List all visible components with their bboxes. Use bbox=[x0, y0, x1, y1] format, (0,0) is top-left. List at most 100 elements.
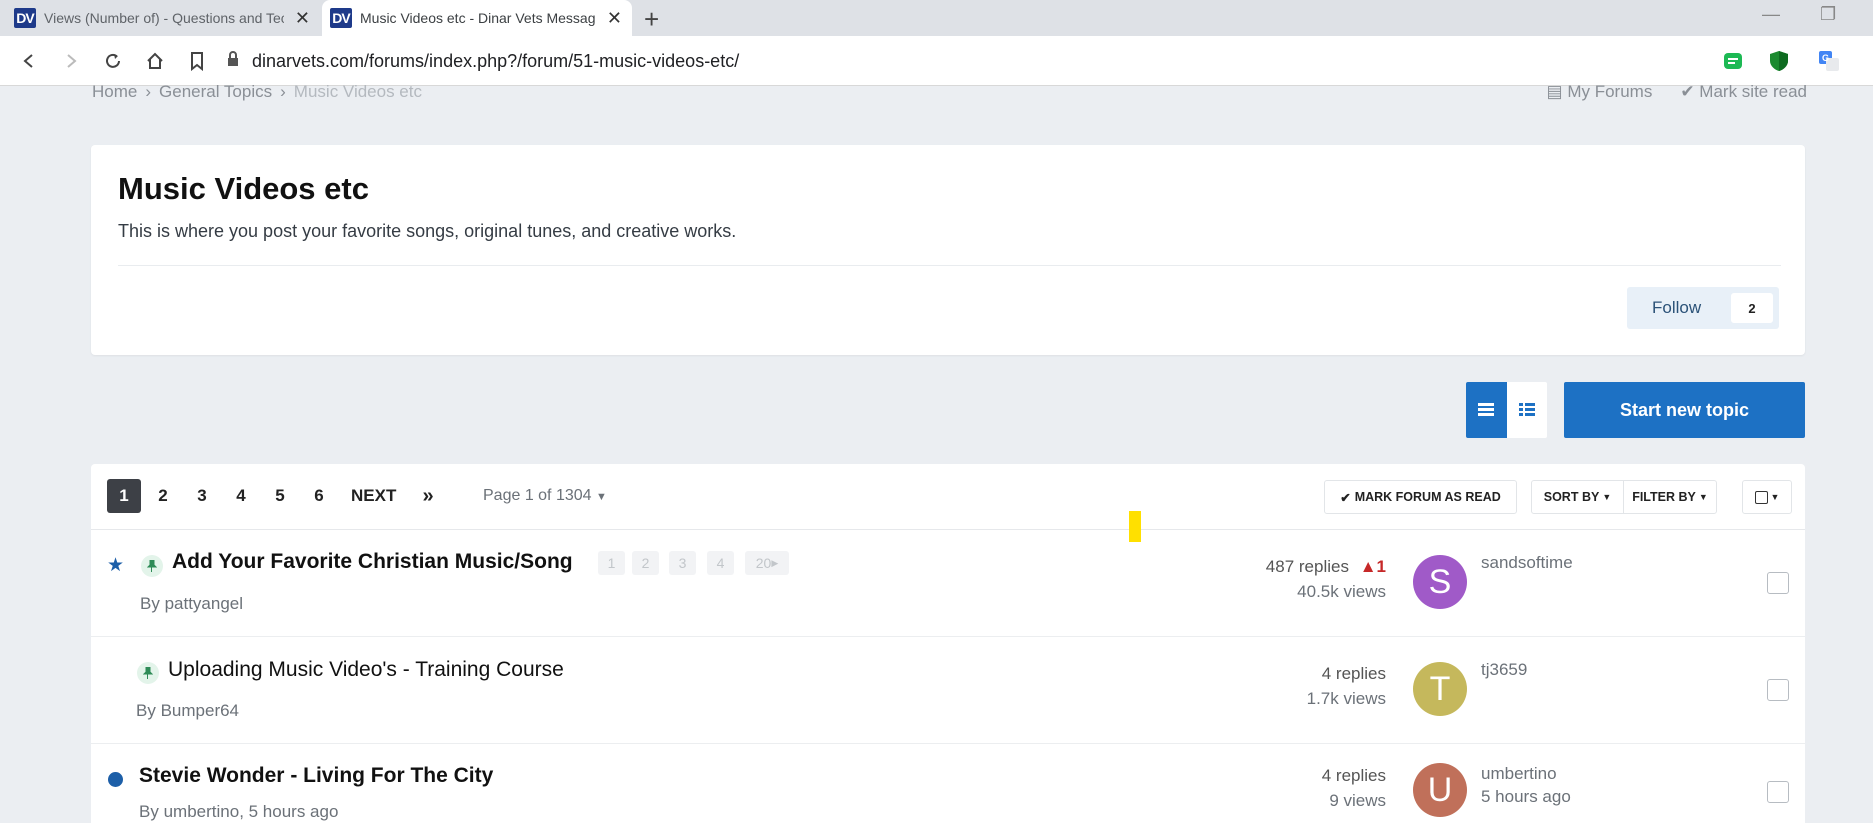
minimize-window-icon[interactable]: — bbox=[1762, 4, 1780, 25]
list-view-button[interactable] bbox=[1506, 382, 1547, 438]
warning-icon[interactable]: ▲1 bbox=[1360, 557, 1386, 576]
svg-text:G: G bbox=[1822, 53, 1829, 63]
mark-site-read-link[interactable]: ✔ Mark site read bbox=[1680, 82, 1807, 102]
tab-title: Views (Number of) - Questions and Tech bbox=[44, 10, 284, 26]
check-icon: ✔ bbox=[1680, 82, 1695, 101]
dv-favicon-icon: DV bbox=[330, 8, 352, 28]
star-icon: ★ bbox=[107, 555, 125, 576]
forward-icon[interactable] bbox=[56, 46, 86, 76]
avatar[interactable]: T bbox=[1413, 662, 1467, 716]
my-forums-link[interactable]: ▤ My Forums bbox=[1547, 82, 1653, 102]
last-poster-link[interactable]: umbertino bbox=[1481, 764, 1557, 784]
address-bar[interactable]: dinarvets.com/forums/index.php?/forum/51… bbox=[226, 44, 1716, 78]
row-checkbox[interactable] bbox=[1767, 572, 1789, 594]
mini-page-3[interactable]: 3 bbox=[669, 551, 696, 575]
home-icon[interactable] bbox=[140, 46, 170, 76]
browser-tab-1[interactable]: DV Views (Number of) - Questions and Tec… bbox=[0, 0, 320, 36]
author-link[interactable]: Bumper64 bbox=[161, 701, 239, 720]
topic-byline: By pattyangel bbox=[140, 594, 243, 614]
browser-toolbar: dinarvets.com/forums/index.php?/forum/51… bbox=[0, 36, 1873, 86]
mini-page-last[interactable]: 20 ▶ bbox=[745, 551, 789, 575]
page-2-button[interactable]: 2 bbox=[146, 479, 180, 513]
page-4-button[interactable]: 4 bbox=[224, 479, 258, 513]
reply-count: 4 replies bbox=[1321, 664, 1386, 683]
avatar[interactable]: S bbox=[1413, 555, 1467, 609]
page-3-button[interactable]: 3 bbox=[185, 479, 219, 513]
chevron-right-icon: › bbox=[145, 82, 152, 101]
by-label: By bbox=[139, 802, 159, 821]
reply-count-label: 487 replies bbox=[1265, 557, 1349, 576]
follow-label: Follow bbox=[1652, 298, 1702, 317]
dv-favicon-icon: DV bbox=[14, 8, 36, 28]
check-icon: ✔ bbox=[1340, 490, 1351, 505]
browser-tab-bar: DV Views (Number of) - Questions and Tec… bbox=[0, 0, 1873, 36]
row-checkbox[interactable] bbox=[1767, 679, 1789, 701]
new-tab-icon[interactable]: + bbox=[644, 4, 659, 35]
mark-forum-read-label: MARK FORUM AS READ bbox=[1354, 490, 1501, 504]
caret-down-icon: ▼ bbox=[596, 491, 607, 503]
last-poster-link[interactable]: sandsoftime bbox=[1481, 553, 1573, 573]
by-label: By bbox=[136, 701, 156, 720]
restore-window-icon[interactable]: ❐ bbox=[1820, 4, 1836, 25]
bookmark-icon[interactable] bbox=[182, 46, 212, 76]
chevron-right-icon: › bbox=[280, 82, 286, 101]
tab-title: Music Videos etc - Dinar Vets Message Bo… bbox=[360, 10, 595, 26]
mini-page-1[interactable]: 1 bbox=[598, 551, 625, 575]
breadcrumb-parent-link[interactable]: General Topics bbox=[159, 82, 272, 102]
select-all-dropdown[interactable]: ▼ bbox=[1742, 480, 1792, 514]
my-forums-label: My Forums bbox=[1567, 82, 1653, 101]
checkbox-icon bbox=[1754, 490, 1768, 504]
avatar[interactable]: U bbox=[1413, 763, 1467, 817]
mini-page-4[interactable]: 4 bbox=[707, 551, 734, 575]
view-count: 1.7k views bbox=[1306, 689, 1386, 708]
caret-down-icon: ▼ bbox=[1698, 492, 1708, 502]
top-right-links: ▤ My Forums ✔ Mark site read bbox=[1547, 82, 1807, 102]
table-row: ★ Add Your Favorite Christian Music/Song… bbox=[91, 530, 1805, 637]
start-new-topic-button[interactable]: Start new topic bbox=[1564, 382, 1805, 438]
mini-page-2[interactable]: 2 bbox=[632, 551, 659, 575]
post-time: , 5 hours ago bbox=[239, 802, 339, 821]
caret-down-icon: ▼ bbox=[1770, 492, 1780, 502]
pin-icon bbox=[141, 555, 163, 577]
browser-tab-2-active[interactable]: DV Music Videos etc - Dinar Vets Message… bbox=[322, 0, 632, 36]
follow-button[interactable]: Follow 2 bbox=[1627, 287, 1779, 329]
last-page-button[interactable]: » bbox=[411, 479, 445, 513]
cursor-highlight bbox=[1129, 511, 1141, 542]
caret-right-icon: ▶ bbox=[771, 557, 779, 568]
topic-title-link[interactable]: Add Your Favorite Christian Music/Song bbox=[172, 550, 573, 574]
close-tab-icon[interactable]: ✕ bbox=[607, 8, 622, 29]
back-icon[interactable] bbox=[14, 46, 44, 76]
newspaper-icon: ▤ bbox=[1546, 82, 1563, 101]
close-tab-icon[interactable]: ✕ bbox=[295, 8, 310, 29]
row-checkbox[interactable] bbox=[1767, 781, 1789, 803]
filter-by-button[interactable]: FILTER BY ▼ bbox=[1623, 480, 1717, 514]
topic-byline: By Bumper64 bbox=[136, 701, 239, 721]
breadcrumb-current: Music Videos etc bbox=[293, 82, 422, 101]
shield-extension-icon[interactable] bbox=[1768, 50, 1790, 72]
by-label: By bbox=[140, 594, 160, 613]
reload-icon[interactable] bbox=[98, 46, 128, 76]
translate-extension-icon[interactable]: G bbox=[1818, 50, 1840, 72]
page-1-button[interactable]: 1 bbox=[107, 479, 141, 513]
author-link[interactable]: umbertino bbox=[164, 802, 240, 821]
filter-by-label: FILTER BY bbox=[1632, 490, 1696, 504]
page-title: Music Videos etc bbox=[118, 171, 369, 206]
topic-title-link[interactable]: Uploading Music Video's - Training Cours… bbox=[168, 658, 564, 682]
last-poster-link[interactable]: tj3659 bbox=[1481, 660, 1527, 680]
breadcrumb-home-link[interactable]: Home bbox=[92, 82, 137, 102]
table-view-button[interactable] bbox=[1466, 382, 1507, 438]
sort-by-button[interactable]: SORT BY ▼ bbox=[1531, 480, 1624, 514]
page-jump-dropdown[interactable]: Page 1 of 1304 ▼ bbox=[483, 487, 607, 505]
mini-page-last-label: 20 bbox=[755, 555, 772, 571]
table-view-icon bbox=[1478, 403, 1495, 416]
author-link[interactable]: pattyangel bbox=[165, 594, 243, 613]
last-post-time: 5 hours ago bbox=[1481, 787, 1571, 806]
mark-forum-read-button[interactable]: ✔ MARK FORUM AS READ bbox=[1324, 480, 1517, 514]
page-6-button[interactable]: 6 bbox=[302, 479, 336, 513]
next-page-button[interactable]: NEXT bbox=[351, 479, 396, 513]
topic-title-link[interactable]: Stevie Wonder - Living For The City bbox=[139, 764, 493, 788]
unread-dot-icon[interactable] bbox=[108, 772, 123, 787]
view-toggle bbox=[1466, 382, 1547, 438]
page-5-button[interactable]: 5 bbox=[263, 479, 297, 513]
notes-extension-icon[interactable] bbox=[1722, 50, 1744, 72]
